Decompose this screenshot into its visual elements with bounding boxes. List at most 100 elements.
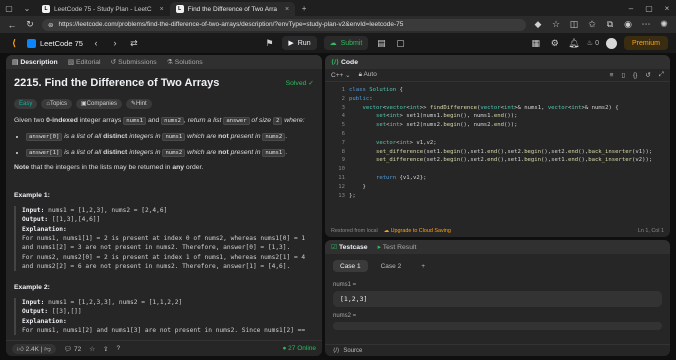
study-plan-link[interactable]: LeetCode 75 (27, 38, 83, 48)
code-line: vector<int> v1,v2; (375, 139, 437, 146)
code-line: } (349, 183, 366, 190)
tab-actions-icon[interactable]: ▢ (0, 0, 18, 16)
nums2-input[interactable] (333, 322, 662, 330)
line-number: 6 (341, 131, 345, 137)
settings-icon[interactable]: ⚙ (549, 37, 561, 49)
avatar[interactable] (605, 37, 617, 49)
tab-testcase[interactable]: ☑ Testcase (331, 243, 368, 251)
premium-button[interactable]: Premium (623, 36, 668, 50)
browser-tab-study-plan[interactable]: L LeetCode 75 - Study Plan - LeetC × (36, 2, 170, 16)
leetcode-logo-icon[interactable]: ⟨ (8, 37, 20, 49)
example-block: Input: nums1 = [1,2,3,3], nums2 = [1,1,2… (14, 298, 314, 336)
upgrade-link[interactable]: ☁ Upgrade to Cloud Saving (384, 228, 451, 234)
refresh-icon[interactable]: ↻ (24, 19, 36, 31)
code-line: vector<vector<int>> findDifference(vecto… (362, 104, 619, 111)
streak-count: 0 (595, 39, 599, 47)
description-content: 2215. Find the Difference of Two Arrays … (6, 69, 322, 342)
companies-chip[interactable]: ▣ Companies (75, 98, 123, 109)
tab-test-result[interactable]: ▸ Test Result (378, 243, 417, 251)
fullscreen-icon[interactable]: ⤢ (659, 71, 664, 79)
back-icon[interactable]: ← (6, 19, 18, 31)
profile-icon[interactable]: ◉ (622, 19, 634, 31)
topics-chip[interactable]: ⌂ Topics (41, 98, 72, 109)
tab-submissions[interactable]: ↺ Submissions (111, 58, 157, 66)
browser-address-bar: ← ↻ ⊜ https://leetcode.com/problems/find… (0, 16, 676, 33)
tab-label: Find the Difference of Two Arra (187, 5, 278, 13)
format-icon[interactable]: ≡ (610, 72, 614, 79)
more-icon[interactable]: ⋯ (640, 19, 652, 31)
like-button[interactable]: 👍︎ 2.4K | 👎︎ (12, 343, 56, 354)
close-icon[interactable]: × (160, 6, 164, 13)
field-label-nums2: nums2 = (333, 313, 357, 319)
favorites-icon[interactable]: ✩ (586, 19, 598, 31)
bookmark-icon[interactable]: ▯ (621, 71, 625, 79)
chevron-left-icon[interactable]: ‹ (90, 37, 102, 49)
description-tabs: ▤ Description ▧ Editorial ↺ Submissions … (6, 55, 322, 69)
bookmark-star-icon[interactable]: ☆ (550, 19, 562, 31)
nums1-input[interactable]: [1,2,3] (333, 291, 662, 307)
case-tabs: Case 1 Case 2 + (325, 254, 670, 278)
braces-icon[interactable]: {} (633, 72, 637, 79)
close-icon[interactable]: × (285, 6, 289, 13)
code-line: set_difference(set2.begin(),set2.end(),s… (375, 157, 653, 164)
collections-icon[interactable]: ⧉ (604, 19, 616, 31)
new-tab-button[interactable]: + (295, 0, 313, 16)
chevron-right-icon[interactable]: › (109, 37, 121, 49)
case-tab-1[interactable]: Case 1 (333, 260, 368, 272)
study-plan-label: LeetCode 75 (40, 38, 83, 48)
line-number: 12 (338, 183, 345, 190)
run-button[interactable]: ▶ Run (282, 36, 317, 50)
editor-status-bar: Restored from local ☁ Upgrade to Cloud S… (325, 225, 670, 237)
hint-chip[interactable]: ✎ Hint (126, 98, 152, 109)
field-label-nums1: nums1 = (333, 282, 357, 288)
code-editor[interactable]: 1 class Solution {2 public: 3 vector<vector… (325, 82, 670, 204)
line-number: 2 (341, 95, 345, 102)
page-title: 2215. Find the Difference of Two Arrays (14, 77, 220, 89)
split-screen-icon[interactable]: ◫ (568, 19, 580, 31)
code-line: class Solution { (349, 87, 403, 93)
example-block: Input: nums1 = [1,2,3], nums2 = [2,4,6] … (14, 206, 314, 272)
reset-icon[interactable]: ↺ (645, 71, 650, 79)
code-line: return {v1,v2}; (375, 175, 427, 181)
list-item: answer[0] is a list of all distinct inte… (26, 132, 314, 142)
tab-description[interactable]: ▤ Description (12, 58, 58, 66)
browser-tab-problem[interactable]: L Find the Difference of Two Arra × (169, 2, 296, 16)
online-count: ● 27 Online (282, 345, 316, 352)
maximize-icon[interactable]: ▢ (640, 0, 658, 16)
tab-search-icon[interactable]: ⌄ (18, 0, 36, 16)
tab-code[interactable]: ⟨/⟩ Code (331, 58, 358, 66)
notification-icon[interactable]: 🔔︎ (568, 37, 580, 49)
case-tab-2[interactable]: Case 2 (374, 260, 409, 272)
submit-button[interactable]: ☁ Submit (323, 36, 369, 50)
layout-icon[interactable]: ▦ (530, 37, 542, 49)
copilot-icon[interactable]: ✺ (658, 19, 670, 31)
comments-button[interactable]: 💬︎ 72 (64, 345, 81, 353)
url-input[interactable]: ⊜ https://leetcode.com/problems/find-the… (42, 18, 526, 31)
window-close-icon[interactable]: × (658, 0, 676, 16)
language-select[interactable]: C++ ⌄ (331, 71, 351, 79)
code-line: set<int> set1(nums1.begin(), nums1.end()… (375, 113, 518, 120)
tab-editorial[interactable]: ▧ Editorial (68, 58, 101, 66)
add-case-button[interactable]: + (414, 260, 432, 272)
minimize-icon[interactable]: – (622, 0, 640, 16)
feedback-icon[interactable]: ? (116, 345, 120, 352)
source-bar[interactable]: ⟨/⟩ Source (325, 344, 670, 356)
tab-label: LeetCode 75 - Study Plan - LeetC (54, 5, 152, 13)
debug-icon[interactable]: ⚑ (263, 37, 275, 49)
streak-counter[interactable]: ♨ 0 (587, 39, 599, 48)
site-info-icon[interactable]: ⊜ (48, 21, 53, 29)
chat-icon[interactable]: ▢ (394, 37, 406, 49)
autocomplete-toggle[interactable]: 🔒︎ Auto (359, 71, 377, 79)
notes-icon[interactable]: ▤ (375, 37, 387, 49)
code-panel: ⟨/⟩ Code C++ ⌄ 🔒︎ Auto ≡ ▯ {} ↺ ⤢ 1 class… (325, 55, 670, 237)
share-icon[interactable]: ⇪ (103, 345, 108, 353)
extension-icon[interactable]: ◆ (532, 19, 544, 31)
tab-solutions[interactable]: ⚗ Solutions (167, 58, 203, 66)
shuffle-icon[interactable]: ⇄ (128, 37, 140, 49)
study-plan-icon (27, 38, 36, 48)
favorite-star-icon[interactable]: ☆ (89, 345, 95, 353)
code-line: set_difference(set1.begin(),set1.end(),s… (375, 148, 653, 155)
code-line: }; (349, 192, 356, 199)
line-number: 11 (338, 175, 345, 181)
line-number: 5 (341, 122, 345, 129)
